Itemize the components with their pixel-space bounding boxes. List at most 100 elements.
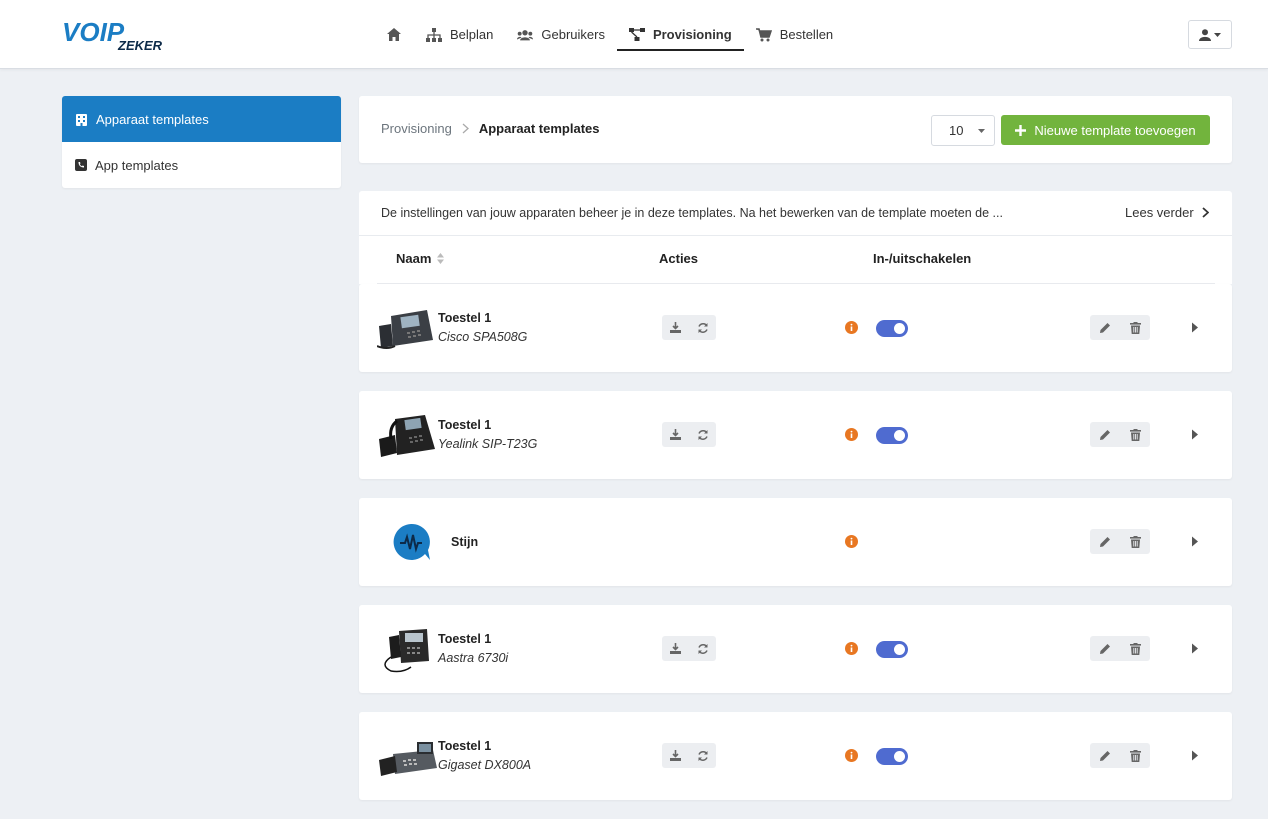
caret-down-icon	[1214, 32, 1221, 37]
download-icon	[670, 322, 681, 333]
table-row[interactable]: Toestel 1 Aastra 6730i	[359, 605, 1232, 693]
top-navigation-bar: VOIP ZEKER Belplan Gebruikers Provisioni…	[0, 0, 1268, 69]
enable-toggle[interactable]	[876, 748, 908, 765]
edit-button[interactable]	[1090, 529, 1120, 554]
page-size-value: 10	[949, 123, 964, 138]
caret-right-icon[interactable]	[1191, 536, 1199, 547]
page-size-select[interactable]: 10	[931, 115, 995, 146]
column-header-naam[interactable]: Naam	[396, 251, 445, 266]
caret-right-icon[interactable]	[1191, 643, 1199, 654]
row-edit-actions	[1090, 743, 1150, 768]
info-icon[interactable]	[845, 642, 858, 655]
column-label: Naam	[396, 251, 432, 266]
nav-label: Bestellen	[779, 27, 834, 42]
row-edit-actions	[1090, 422, 1150, 447]
caret-right-icon[interactable]	[1191, 429, 1199, 440]
row-actions	[662, 636, 716, 661]
table-row[interactable]: Stijn	[359, 498, 1232, 586]
delete-button[interactable]	[1120, 529, 1150, 554]
sidebar: Apparaat templates App templates	[62, 96, 341, 188]
add-template-button[interactable]: Nieuwe template toevoegen	[1001, 115, 1210, 145]
pencil-icon	[1099, 750, 1111, 762]
download-button[interactable]	[662, 315, 689, 340]
svg-text:ZEKER: ZEKER	[117, 38, 163, 53]
aastra-phone-image	[377, 627, 439, 673]
sync-button[interactable]	[689, 743, 716, 768]
read-more-link[interactable]: Lees verder	[1125, 205, 1209, 220]
add-template-label: Nieuwe template toevoegen	[1034, 122, 1196, 138]
sidebar-item-label: App templates	[95, 157, 179, 173]
caret-down-icon	[978, 129, 985, 133]
enable-toggle[interactable]	[876, 320, 908, 337]
app-logo-image	[391, 522, 431, 562]
main-nav: Belplan Gebruikers Provisioning Bestelle…	[374, 0, 845, 69]
info-icon[interactable]	[845, 428, 858, 441]
row-actions	[662, 422, 716, 447]
info-icon[interactable]	[845, 321, 858, 334]
trash-icon	[1129, 642, 1141, 655]
trash-icon	[1129, 428, 1141, 441]
sync-icon	[697, 750, 709, 762]
edit-button[interactable]	[1090, 636, 1120, 661]
sync-button[interactable]	[689, 422, 716, 447]
download-button[interactable]	[662, 743, 689, 768]
info-icon[interactable]	[845, 749, 858, 762]
phone-square-icon	[75, 159, 87, 171]
edit-button[interactable]	[1090, 315, 1120, 340]
table-row[interactable]: Toestel 1 Yealink SIP-T23G	[359, 391, 1232, 479]
sync-icon	[697, 643, 709, 655]
nav-bestellen[interactable]: Bestellen	[744, 0, 845, 69]
device-model: Gigaset DX800A	[438, 758, 532, 772]
column-header-acties: Acties	[659, 251, 699, 266]
pencil-icon	[1099, 643, 1111, 655]
trash-icon	[1129, 535, 1141, 548]
row-actions	[662, 315, 716, 340]
delete-button[interactable]	[1120, 422, 1150, 447]
delete-button[interactable]	[1120, 636, 1150, 661]
enable-toggle[interactable]	[876, 427, 908, 444]
download-button[interactable]	[662, 636, 689, 661]
sync-icon	[697, 429, 709, 441]
nav-home[interactable]	[374, 0, 414, 69]
row-edit-actions	[1090, 636, 1150, 661]
network-icon	[628, 27, 645, 43]
caret-right-icon[interactable]	[1191, 750, 1199, 761]
breadcrumb-provisioning[interactable]: Provisioning	[381, 121, 452, 136]
download-button[interactable]	[662, 422, 689, 447]
table-row[interactable]: Toestel 1 Cisco SPA508G	[359, 284, 1232, 372]
nav-belplan[interactable]: Belplan	[414, 0, 505, 69]
info-icon[interactable]	[845, 535, 858, 548]
pencil-icon	[1099, 536, 1111, 548]
edit-button[interactable]	[1090, 743, 1120, 768]
download-icon	[670, 429, 681, 440]
page-header: Provisioning Apparaat templates 10 Nieuw…	[359, 96, 1232, 163]
gigaset-phone-image	[377, 734, 439, 780]
device-model: Cisco SPA508G	[438, 330, 528, 344]
sync-button[interactable]	[689, 636, 716, 661]
info-text: De instellingen van jouw apparaten behee…	[381, 206, 1003, 220]
sync-button[interactable]	[689, 315, 716, 340]
nav-provisioning[interactable]: Provisioning	[616, 0, 744, 69]
user-menu-button[interactable]	[1188, 20, 1232, 49]
divider	[359, 235, 1232, 236]
edit-button[interactable]	[1090, 422, 1120, 447]
breadcrumb: Provisioning Apparaat templates	[381, 121, 599, 136]
download-icon	[670, 643, 681, 654]
row-edit-actions	[1090, 529, 1150, 554]
delete-button[interactable]	[1120, 315, 1150, 340]
voipzeker-logo[interactable]: VOIP ZEKER	[60, 16, 176, 54]
delete-button[interactable]	[1120, 743, 1150, 768]
caret-right-icon[interactable]	[1191, 322, 1199, 333]
nav-gebruikers[interactable]: Gebruikers	[505, 0, 617, 69]
sidebar-item-apparaat-templates[interactable]: Apparaat templates	[62, 96, 341, 142]
device-model: Aastra 6730i	[438, 651, 509, 665]
chevron-right-icon	[1202, 207, 1209, 218]
column-header-toggle: In-/uitschakelen	[873, 251, 972, 266]
device-model: Yealink SIP-T23G	[438, 437, 538, 451]
table-row[interactable]: Toestel 1 Gigaset DX800A	[359, 712, 1232, 800]
sidebar-item-app-templates[interactable]: App templates	[62, 142, 341, 188]
enable-toggle[interactable]	[876, 641, 908, 658]
sync-icon	[697, 322, 709, 334]
nav-label: Gebruikers	[541, 27, 605, 42]
read-more-label: Lees verder	[1125, 205, 1194, 220]
